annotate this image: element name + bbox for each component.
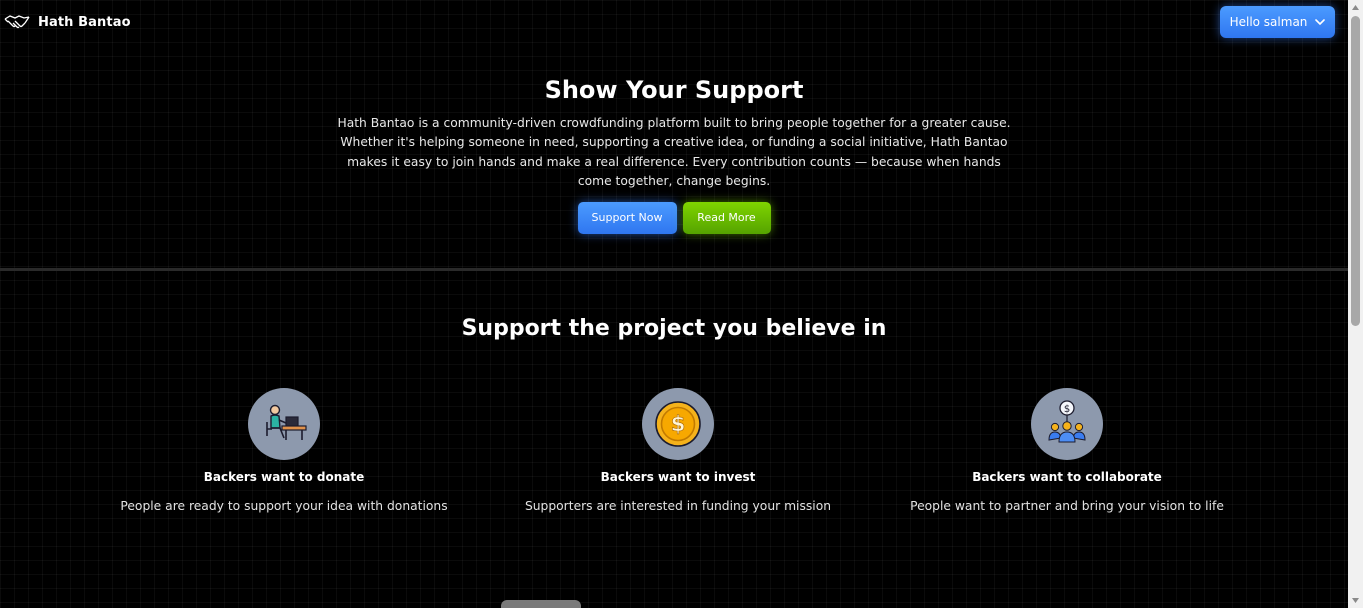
- svg-text:$: $: [1064, 404, 1070, 415]
- user-menu-button[interactable]: Hello salman: [1220, 6, 1335, 38]
- feature-description: People want to partner and bring your vi…: [910, 499, 1224, 513]
- feature-title: Backers want to collaborate: [972, 470, 1162, 484]
- hero-title: Show Your Support: [544, 76, 804, 104]
- section-divider: [0, 268, 1348, 271]
- navbar: Hath Bantao Hello salman: [0, 0, 1348, 44]
- scroll-up-arrow-icon[interactable]: [1348, 0, 1363, 15]
- hero-description: Hath Bantao is a community-driven crowdf…: [337, 116, 1011, 189]
- handshake-icon: [4, 15, 30, 29]
- feature-description: Supporters are interested in funding you…: [524, 499, 832, 513]
- gold-coin-icon: $: [642, 388, 714, 460]
- brand[interactable]: Hath Bantao: [4, 12, 131, 32]
- read-more-button[interactable]: Read More: [682, 201, 771, 234]
- user-menu-label: Hello salman: [1229, 15, 1308, 29]
- feature-invest: $ Backers want to invest Supporters are …: [508, 388, 848, 513]
- svg-text:$: $: [671, 412, 686, 436]
- feature-description: People are ready to support your idea wi…: [120, 499, 448, 513]
- feature-donate: Backers want to donate People are ready …: [114, 388, 454, 513]
- hero-section: Show Your Support Hath Bantao is a commu…: [0, 70, 1348, 234]
- person-at-desk-icon: [248, 388, 320, 460]
- support-now-button[interactable]: Support Now: [577, 201, 677, 234]
- scroll-down-arrow-icon[interactable]: [1348, 593, 1363, 608]
- feature-collaborate: $ Backers want to collaborate People wan…: [897, 388, 1237, 513]
- features-title: Support the project you believe in: [461, 316, 887, 341]
- page: Hath Bantao Hello salman Show Your Suppo…: [0, 0, 1348, 608]
- brand-name: Hath Bantao: [38, 14, 131, 30]
- feature-title: Backers want to invest: [600, 470, 756, 484]
- group-collaboration-icon: $: [1031, 388, 1103, 460]
- feature-title: Backers want to donate: [203, 470, 365, 484]
- vertical-scrollbar[interactable]: [1348, 0, 1363, 608]
- scrollbar-thumb[interactable]: [1351, 16, 1360, 326]
- chevron-down-icon: [1315, 19, 1326, 26]
- scroll-to-top-handle[interactable]: [501, 600, 581, 608]
- hero-buttons: Support Now Read More: [0, 201, 1348, 234]
